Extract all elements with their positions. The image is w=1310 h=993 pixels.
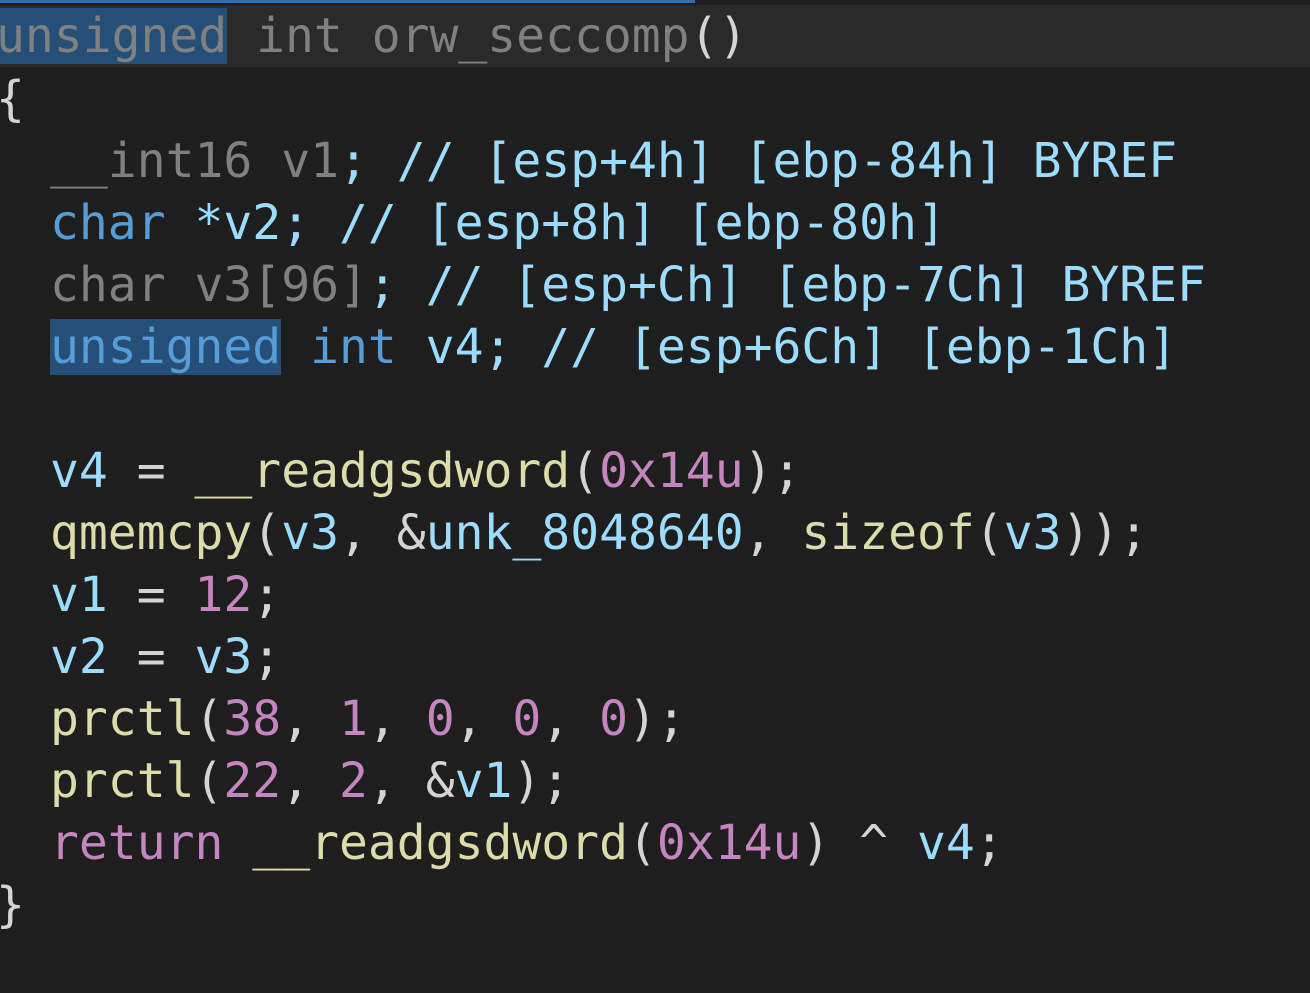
stmt-paren: (: [252, 505, 282, 561]
stmt-function: qmemcpy: [50, 505, 253, 561]
stmt-op: =: [107, 567, 195, 623]
stmt-comma: ,: [281, 753, 339, 809]
code-line-stmt-2[interactable]: qmemcpy(v3, &unk_8048640, sizeof(v3));: [0, 502, 1310, 564]
code-line-stmt-7[interactable]: return __readgsdword(0x14u) ^ v4;: [0, 812, 1310, 874]
stmt-value: 12: [194, 567, 253, 623]
open-brace: {: [0, 71, 25, 127]
stmt-paren: (: [194, 691, 224, 747]
stmt-function: __readgsdword: [194, 443, 571, 499]
decl-type: char: [50, 257, 166, 313]
stmt-paren: (: [194, 753, 224, 809]
code-line-stmt-3[interactable]: v1 = 12;: [0, 564, 1310, 626]
code-line-close-brace[interactable]: }: [0, 874, 1310, 936]
stmt-comma: ,: [541, 691, 600, 747]
stmt-sizeof: sizeof: [801, 505, 975, 561]
keyword-int: int: [227, 8, 372, 64]
stmt-num: 2: [339, 753, 368, 809]
decl-name: *v2: [165, 195, 282, 251]
stmt-arg: v3: [281, 505, 339, 561]
decl-type: char: [50, 195, 166, 251]
decl-comment: ; // [esp+6Ch] [ebp-1Ch]: [483, 319, 1178, 375]
stmt-lhs: v4: [50, 443, 108, 499]
decl-type: int: [281, 319, 397, 375]
stmt-comma: ,: [367, 691, 426, 747]
stmt-paren: (: [570, 443, 600, 499]
stmt-end: ;: [252, 629, 282, 685]
stmt-arg: 0x14u: [599, 443, 744, 499]
stmt-num: 1: [339, 691, 368, 747]
stmt-arg: v3: [1003, 505, 1062, 561]
stmt-num: 38: [223, 691, 282, 747]
stmt-lhs: v2: [50, 629, 108, 685]
stmt-rhs: v3: [194, 629, 253, 685]
keyword-unsigned-highlighted: unsigned: [50, 319, 282, 375]
signature-parens: (): [689, 8, 748, 64]
stmt-function: prctl: [50, 691, 195, 747]
code-line-stmt-4[interactable]: v2 = v3;: [0, 626, 1310, 688]
code-editor[interactable]: unsigned int orw_seccomp() { __int16 v1;…: [0, 0, 1310, 993]
stmt-space: [223, 815, 252, 871]
stmt-end: ;: [974, 815, 1004, 871]
code-line-stmt-5[interactable]: prctl(38, 1, 0, 0, 0);: [0, 688, 1310, 750]
stmt-op: ) ^: [801, 815, 917, 871]
code-line-signature[interactable]: unsigned int orw_seccomp(): [0, 5, 1310, 67]
stmt-num: 0: [599, 691, 629, 747]
stmt-num: 22: [223, 753, 282, 809]
code-line-decl-v4[interactable]: unsigned int v4; // [esp+6Ch] [ebp-1Ch]: [0, 316, 1310, 378]
stmt-comma: , &: [367, 753, 455, 809]
stmt-lhs: v1: [50, 567, 108, 623]
decl-name: v3: [165, 257, 253, 313]
stmt-op: =: [107, 629, 195, 685]
stmt-arg: unk_8048640: [425, 505, 744, 561]
decl-comment: ; // [esp+4h] [ebp-84h] BYREF: [339, 133, 1178, 189]
stmt-close: );: [512, 753, 571, 809]
stmt-var: v1: [454, 753, 513, 809]
decl-name: v1: [252, 133, 339, 189]
stmt-comma: ,: [281, 691, 339, 747]
code-line-decl-v3[interactable]: char v3[96]; // [esp+Ch] [ebp-7Ch] BYREF: [0, 254, 1310, 316]
code-line-stmt-6[interactable]: prctl(22, 2, &v1);: [0, 750, 1310, 812]
decl-array-size: [96]: [252, 257, 368, 313]
stmt-close: );: [743, 443, 802, 499]
stmt-end: ;: [252, 567, 282, 623]
stmt-close: ));: [1061, 505, 1149, 561]
stmt-function: __readgsdword: [252, 815, 628, 871]
decl-name: v4: [396, 319, 484, 375]
stmt-op: =: [107, 443, 195, 499]
code-line-decl-v1[interactable]: __int16 v1; // [esp+4h] [ebp-84h] BYREF: [0, 130, 1310, 192]
stmt-sep: ,: [743, 505, 802, 561]
stmt-comma: ,: [454, 691, 513, 747]
stmt-function: prctl: [50, 753, 195, 809]
stmt-arg: 0x14u: [656, 815, 802, 871]
function-name: orw_seccomp: [371, 8, 690, 64]
stmt-num: 0: [425, 691, 455, 747]
stmt-var: v4: [916, 815, 975, 871]
close-brace: }: [0, 877, 25, 933]
code-line-stmt-1[interactable]: v4 = __readgsdword(0x14u);: [0, 440, 1310, 502]
code-line-decl-v2[interactable]: char *v2; // [esp+8h] [ebp-80h]: [0, 192, 1310, 254]
keyword-unsigned-highlighted: unsigned: [0, 8, 228, 64]
stmt-paren: (: [974, 505, 1004, 561]
keyword-return: return: [50, 815, 224, 871]
decl-comment: ; // [esp+8h] [ebp-80h]: [281, 195, 946, 251]
stmt-paren: (: [627, 815, 657, 871]
code-line-open-brace[interactable]: {: [0, 68, 1310, 130]
decl-type: __int16: [50, 133, 253, 189]
stmt-close: );: [628, 691, 686, 747]
decl-comment: ; // [esp+Ch] [ebp-7Ch] BYREF: [367, 257, 1206, 313]
stmt-sep: , &: [339, 505, 426, 561]
scroll-indicator: [0, 0, 695, 3]
stmt-num: 0: [512, 691, 542, 747]
